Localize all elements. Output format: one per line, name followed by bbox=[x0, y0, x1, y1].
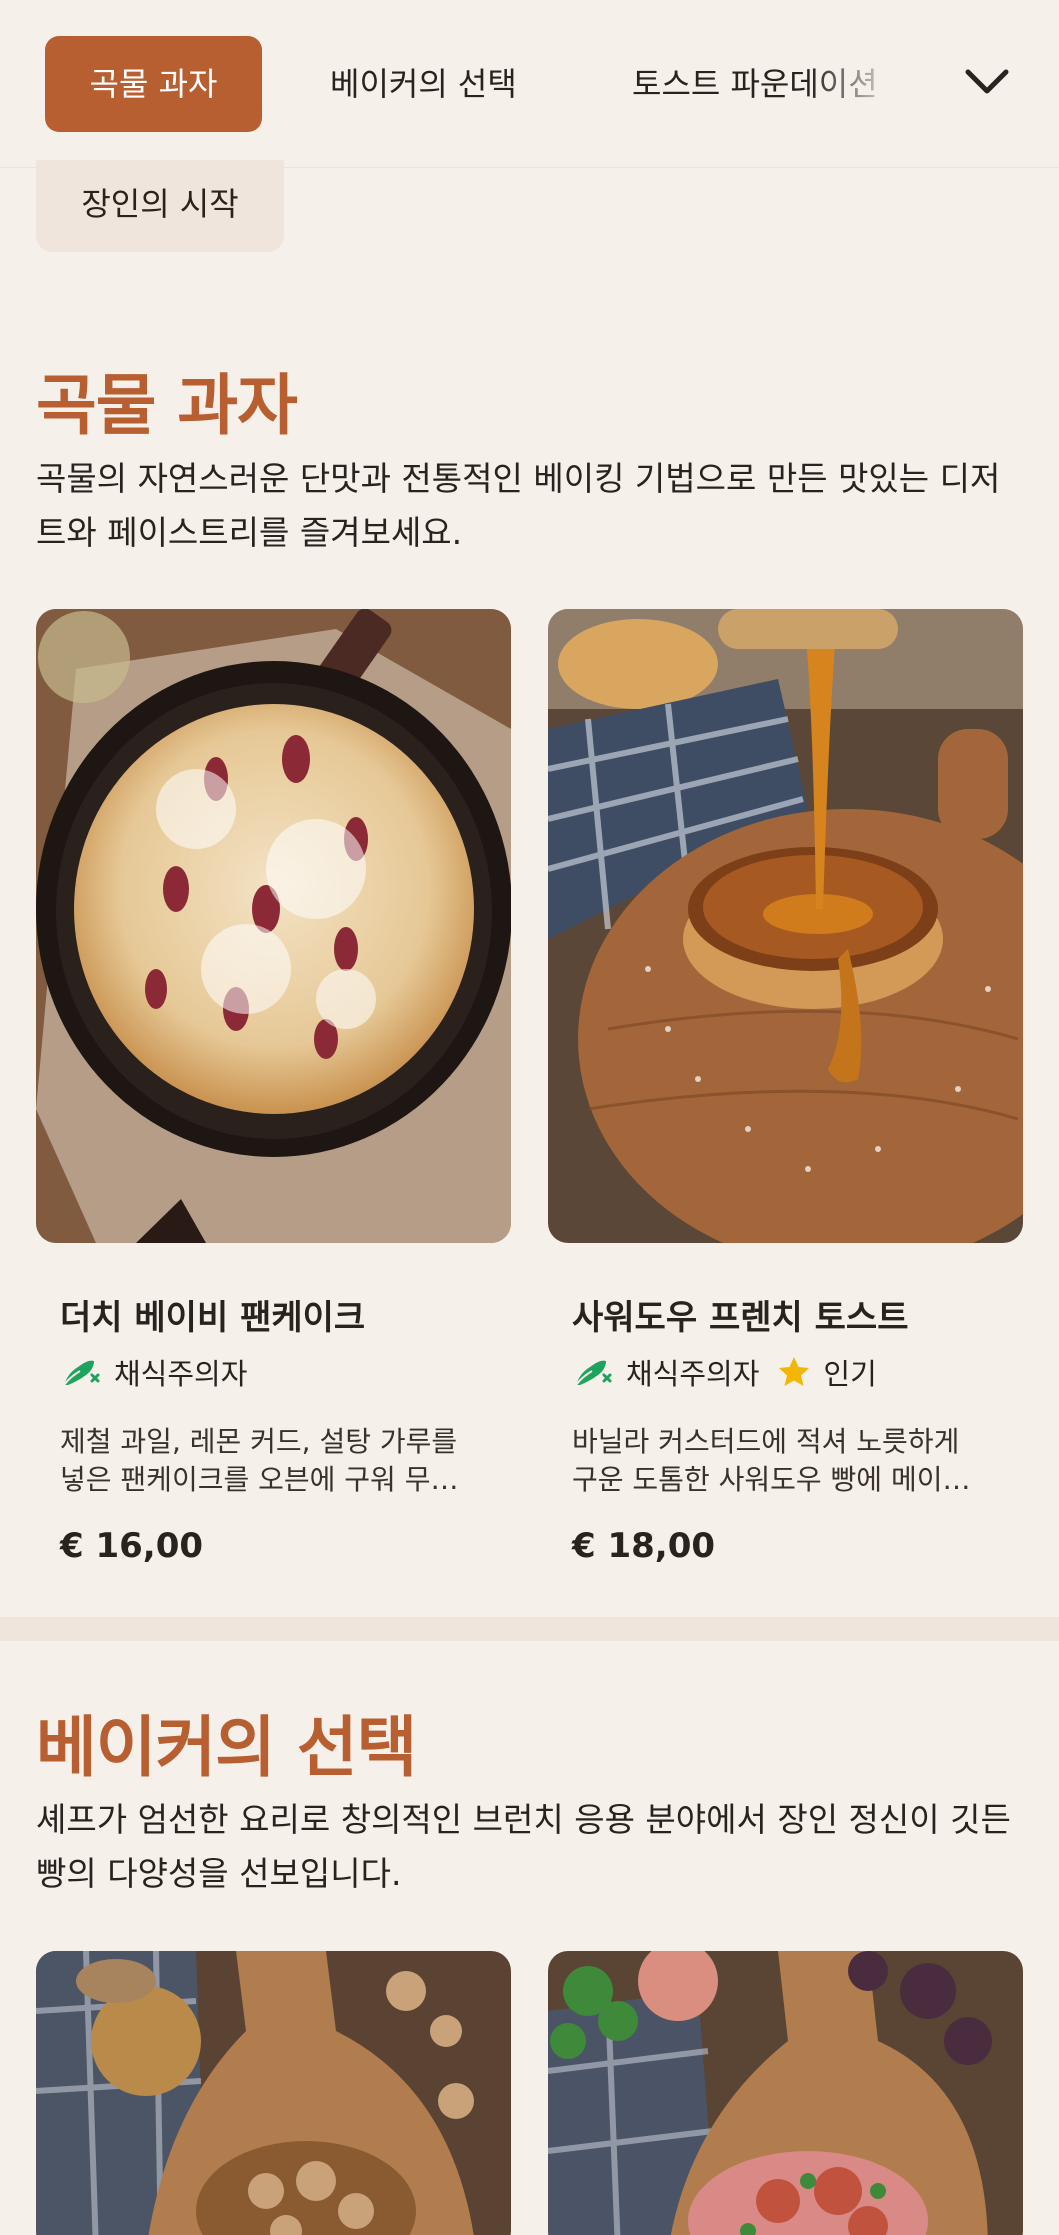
french-toast-description: 바닐라 커스터드에 적셔 노릇하게 구운 도톰한 사워도우 빵에 메이플 시럽을… bbox=[572, 1423, 992, 1499]
popular-tag: 인기 bbox=[777, 1351, 877, 1393]
french-toast-image[interactable] bbox=[548, 609, 1023, 1243]
vegetarian-tag: 채식주의자 bbox=[572, 1351, 759, 1393]
french-toast-tags: 채식주의자 인기 bbox=[572, 1352, 895, 1392]
tab-artisan-start[interactable]: 장인의 시작 bbox=[36, 160, 284, 252]
vegetarian-icon bbox=[63, 1360, 100, 1386]
dutch-baby-tags: 채식주의자 bbox=[60, 1352, 265, 1392]
french-toast-title[interactable]: 사워도우 프렌치 토스트 bbox=[572, 1290, 908, 1339]
vegetarian-label: 채식주의자 bbox=[626, 1357, 760, 1391]
chevron-down-icon[interactable] bbox=[962, 62, 1012, 102]
vegetarian-tag: 채식주의자 bbox=[60, 1351, 247, 1393]
mushroom-toast-image[interactable] bbox=[36, 1951, 511, 2235]
category-nav: 곡물 과자 베이커의 선택 토스트 파운데이션 bbox=[0, 0, 1059, 168]
section-description: 셰프가 엄선한 요리로 창의적인 브런치 응용 분야에서 장인 정신이 깃든 빵… bbox=[36, 1800, 1011, 1893]
vegetarian-label: 채식주의자 bbox=[114, 1357, 248, 1391]
star-icon bbox=[779, 1357, 810, 1386]
tab-grain-pastry[interactable]: 곡물 과자 bbox=[45, 36, 262, 132]
section-divider bbox=[0, 1617, 1059, 1641]
dutch-baby-title[interactable]: 더치 베이비 팬케이크 bbox=[60, 1290, 365, 1339]
dutch-baby-description-text: 제철 과일, 레몬 커드, 설탕 가루를 넣은 팬케이크를 오븐에 구워 무쇠 … bbox=[60, 1425, 458, 1496]
dutch-baby-price: € 16,00 bbox=[60, 1526, 204, 1566]
popular-label: 인기 bbox=[823, 1357, 877, 1391]
section-title: 베이커의 선택 bbox=[36, 1709, 417, 1786]
tab-fade bbox=[810, 36, 900, 132]
vegetarian-icon bbox=[575, 1360, 612, 1386]
tab-bakers-choice[interactable]: 베이커의 선택 bbox=[330, 36, 517, 132]
section-title: 곡물 과자 bbox=[36, 367, 298, 444]
french-toast-description-text: 바닐라 커스터드에 적셔 노릇하게 구운 도톰한 사워도우 빵에 메이플 시럽을… bbox=[572, 1425, 969, 1496]
section-description: 곡물의 자연스러운 단맛과 전통적인 베이킹 기법으로 만든 맛있는 디저트와 … bbox=[36, 459, 1001, 552]
tab-toast-foundation[interactable]: 토스트 파운데이션 bbox=[632, 36, 900, 132]
dutch-baby-description: 제철 과일, 레몬 커드, 설탕 가루를 넣은 팬케이크를 오븐에 구워 무쇠 … bbox=[60, 1423, 480, 1499]
dutch-baby-image[interactable] bbox=[36, 609, 511, 1243]
french-toast-price: € 18,00 bbox=[572, 1526, 716, 1566]
prosciutto-toast-image[interactable] bbox=[548, 1951, 1023, 2235]
